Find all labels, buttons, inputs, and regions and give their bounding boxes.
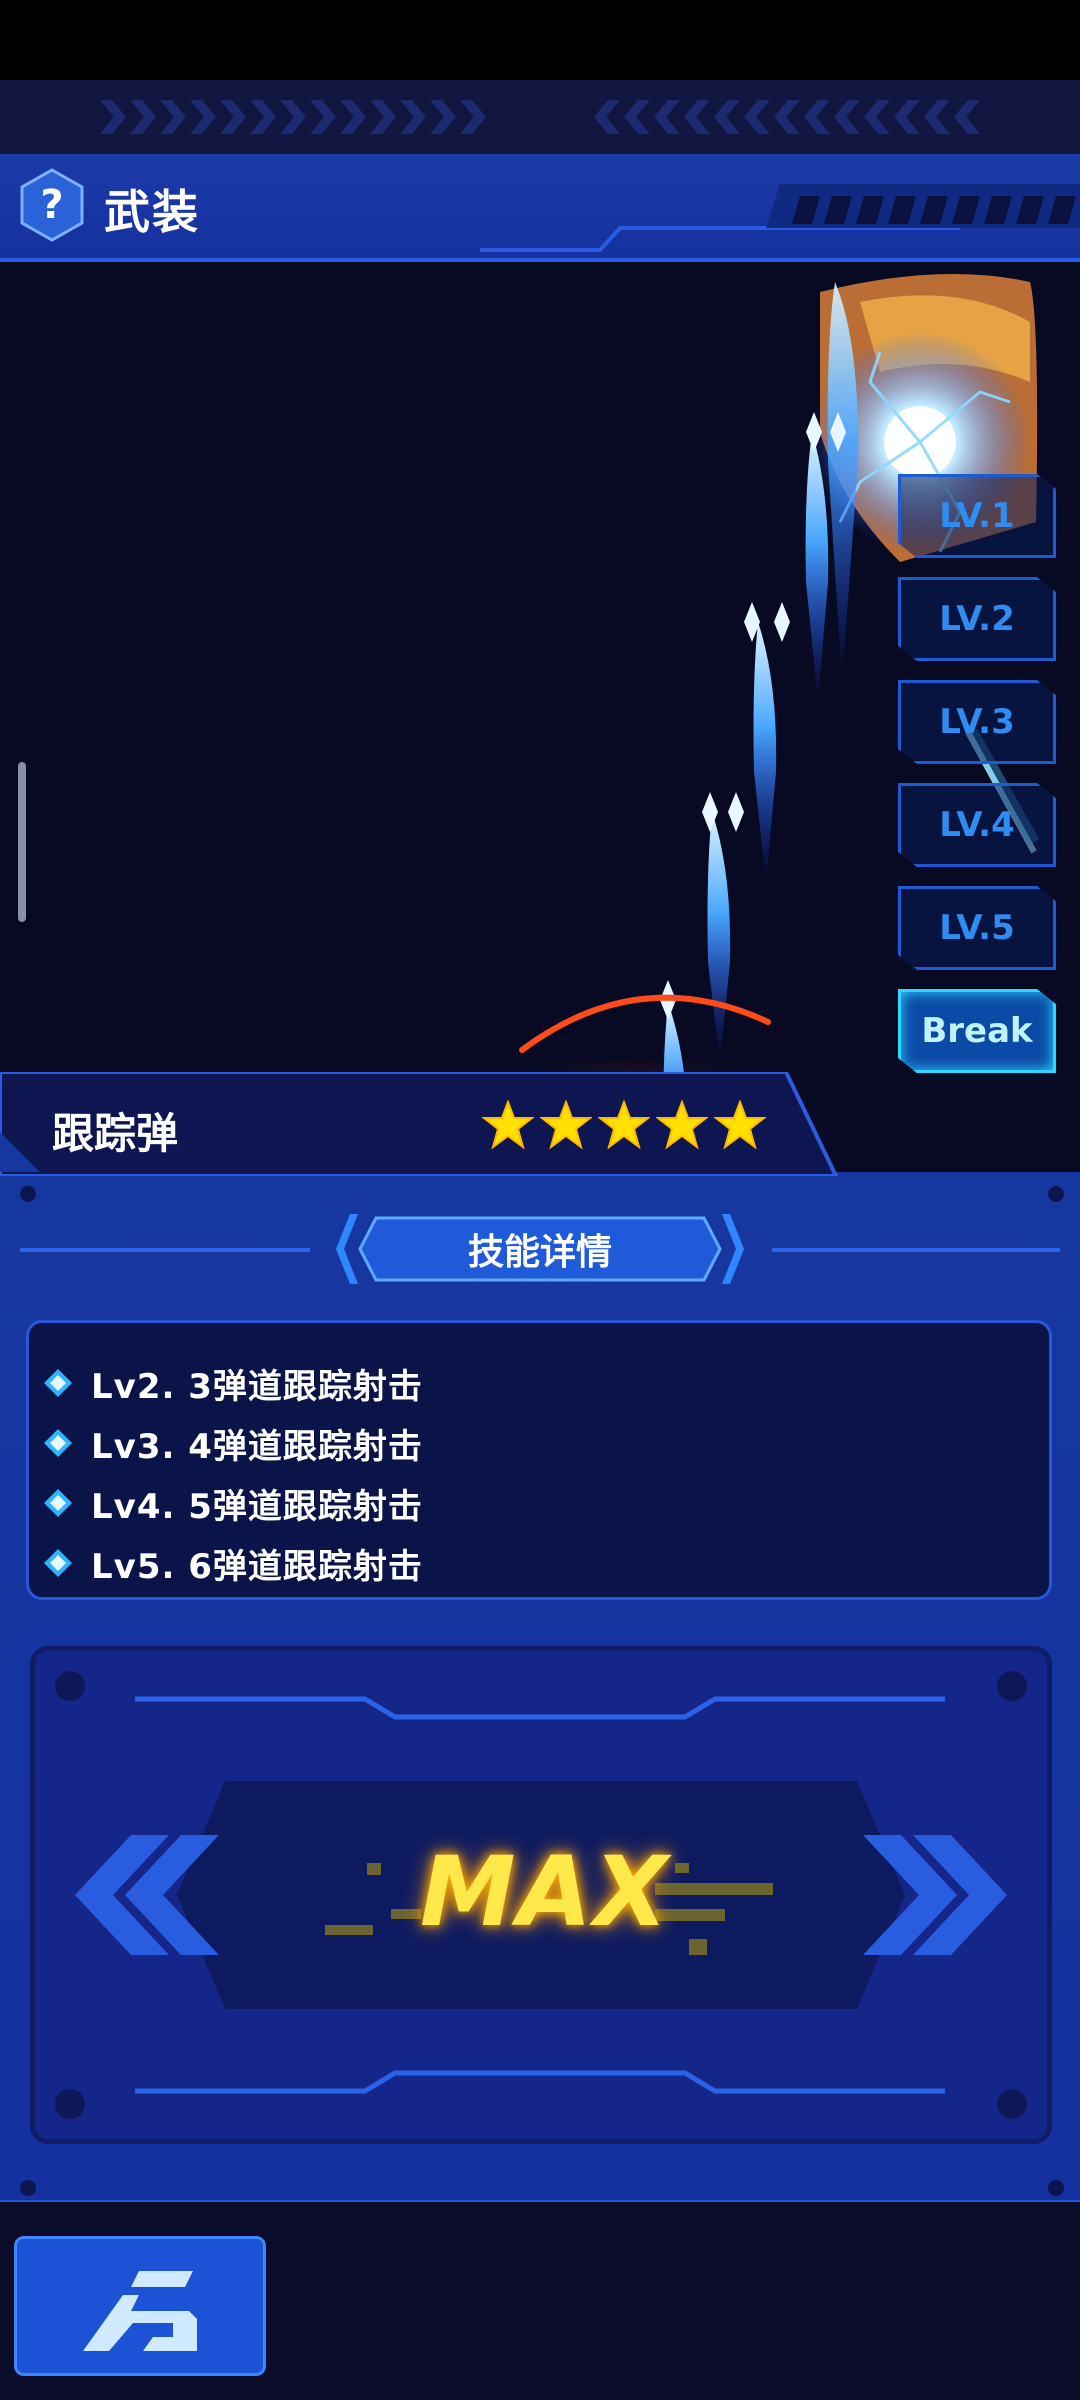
level-button-2[interactable]: LV.2: [898, 577, 1056, 661]
star-icon: [598, 1100, 650, 1150]
star-icon: [714, 1100, 766, 1150]
level-button-1[interactable]: LV.1: [898, 474, 1056, 558]
list-item: Lv2. 3弹道跟踪射击: [43, 1357, 423, 1409]
star-icon: [540, 1100, 592, 1150]
back-button[interactable]: [14, 2236, 266, 2376]
top-decoration-strip: [0, 80, 1080, 154]
list-item: Lv3. 4弹道跟踪射击: [43, 1417, 423, 1469]
max-level-label: MAX: [420, 1836, 670, 1948]
diamond-bullet-icon: [44, 1549, 72, 1577]
weapon-name-bar: 跟踪弹: [0, 1072, 840, 1176]
skill-details-heading: 技能详情: [336, 1214, 744, 1284]
star-icon: [656, 1100, 708, 1150]
level-button-4[interactable]: LV.4: [898, 783, 1056, 867]
diamond-bullet-icon: [44, 1369, 72, 1397]
back-arrow-icon: [83, 2271, 197, 2351]
page-header: ? 武装: [0, 154, 1080, 262]
star-rating: [482, 1100, 766, 1150]
level-button-3[interactable]: LV.3: [898, 680, 1056, 764]
list-item: Lv5. 6弹道跟踪射击: [43, 1537, 423, 1589]
diamond-bullet-icon: [44, 1429, 72, 1457]
scroll-indicator[interactable]: [18, 762, 26, 922]
list-item: Lv4. 5弹道跟踪射击: [43, 1477, 423, 1529]
diamond-bullet-icon: [44, 1489, 72, 1517]
svg-text:?: ?: [40, 182, 63, 228]
question-hexagon-icon[interactable]: ?: [20, 168, 84, 242]
page-title: 武装: [104, 185, 200, 239]
weapon-name: 跟踪弹: [52, 1109, 179, 1158]
section-title-label: 技能详情: [467, 1232, 612, 1273]
skill-details-list[interactable]: Lv2. 3弹道跟踪射击 Lv3. 4弹道跟踪射击 Lv4. 5弹道跟踪射击 L…: [26, 1320, 1052, 1600]
star-icon: [482, 1100, 534, 1150]
header-stripes-decoration: [480, 184, 1080, 252]
level-button-5[interactable]: LV.5: [898, 886, 1056, 970]
level-button-break[interactable]: Break: [898, 989, 1056, 1073]
status-bar: [0, 0, 1080, 80]
